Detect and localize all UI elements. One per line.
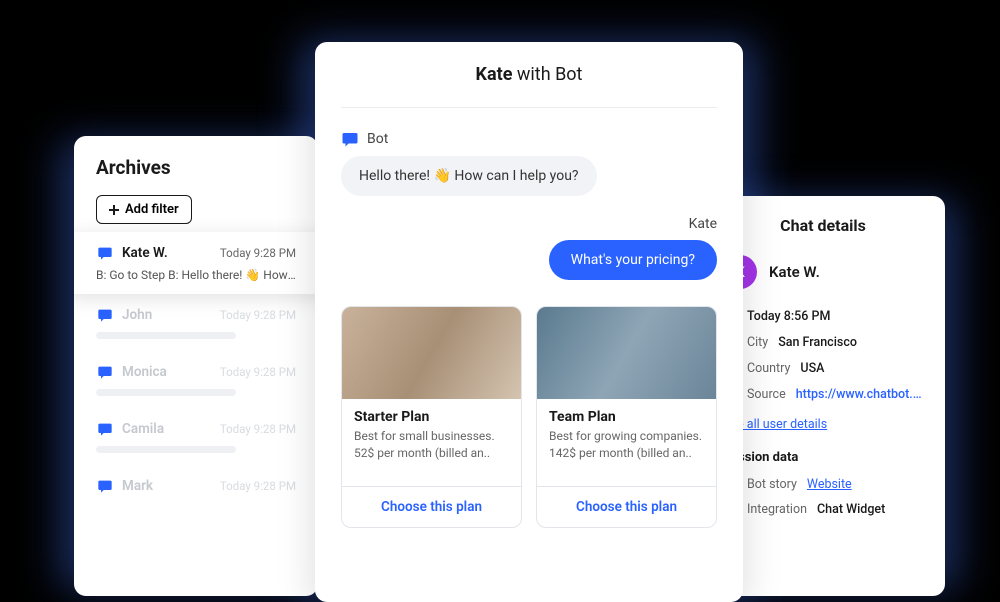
plan-image xyxy=(537,307,716,399)
plan-image xyxy=(342,307,521,399)
chat-icon xyxy=(96,363,114,381)
archives-title: Archives xyxy=(74,156,318,195)
conversation-item[interactable]: Mark Today 9:28 PM xyxy=(74,465,318,507)
conversation-name: Mark xyxy=(122,478,153,494)
plan-description: Best for small businesses. 52$ per month… xyxy=(354,428,509,462)
session-bot-story: Bot story Website xyxy=(723,477,923,492)
plan-title: Team Plan xyxy=(549,409,704,425)
session-integration: Integration Chat Widget xyxy=(723,502,923,517)
conversation-time: Today 9:28 PM xyxy=(220,308,296,322)
session-title: Session data xyxy=(723,450,923,465)
bot-icon xyxy=(341,130,359,148)
bot-story-link[interactable]: Website xyxy=(807,477,852,492)
plan-title: Starter Plan xyxy=(354,409,509,425)
conversation-item[interactable]: Monica Today 9:28 PM xyxy=(74,351,318,408)
user-message-bubble: What's your pricing? xyxy=(549,240,717,280)
bot-message-bubble: Hello there! 👋 How can I help you? xyxy=(341,156,597,196)
bot-header: Bot xyxy=(341,130,717,148)
conversation-time: Today 9:28 PM xyxy=(220,422,296,436)
conversation-time: Today 9:28 PM xyxy=(220,479,296,493)
conversation-preview: B: Go to Step B: Hello there! 👋 How can … xyxy=(96,268,296,282)
user-header: K Kate W. xyxy=(723,255,923,289)
skeleton-line xyxy=(96,446,236,453)
meta-source: Source https://www.chatbot.com/... xyxy=(723,387,923,402)
conversation-item[interactable]: Camila Today 9:28 PM xyxy=(74,408,318,465)
choose-plan-button[interactable]: Choose this plan xyxy=(342,486,521,527)
source-link[interactable]: https://www.chatbot.com/... xyxy=(796,387,923,402)
chat-panel: Kate with Bot Bot Hello there! 👋 How can… xyxy=(315,42,743,602)
archives-panel: Archives Add filter Kate W. Today 9:28 P… xyxy=(74,136,318,596)
chat-title: Kate with Bot xyxy=(341,64,717,108)
conversation-name: John xyxy=(122,307,152,323)
skeleton-line xyxy=(96,332,236,339)
plan-card-team: Team Plan Best for growing companies. 14… xyxy=(536,306,717,528)
choose-plan-button[interactable]: Choose this plan xyxy=(537,486,716,527)
chat-icon xyxy=(96,477,114,495)
skeleton-line xyxy=(96,389,236,396)
meta-time: Today 8:56 PM xyxy=(723,309,923,324)
plus-icon xyxy=(109,205,119,215)
plan-card-starter: Starter Plan Best for small businesses. … xyxy=(341,306,522,528)
meta-city: City San Francisco xyxy=(723,335,923,350)
conversation-time: Today 9:28 PM xyxy=(220,246,296,260)
chat-icon xyxy=(96,306,114,324)
conversation-name: Camila xyxy=(122,421,164,437)
user-label: Kate xyxy=(341,216,717,232)
meta-country: Country USA xyxy=(723,361,923,376)
details-title: Chat details xyxy=(723,216,923,235)
chat-icon xyxy=(96,244,114,262)
conversation-item-active[interactable]: Kate W. Today 9:28 PM B: Go to Step B: H… xyxy=(74,232,318,294)
add-filter-button[interactable]: Add filter xyxy=(96,195,192,224)
plan-description: Best for growing companies. 142$ per mon… xyxy=(549,428,704,462)
conversation-name: Kate W. xyxy=(122,245,168,261)
user-name: Kate W. xyxy=(769,263,820,281)
conversation-time: Today 9:28 PM xyxy=(220,365,296,379)
conversation-item[interactable]: John Today 9:28 PM xyxy=(74,294,318,351)
conversation-name: Monica xyxy=(122,364,167,380)
bot-label: Bot xyxy=(367,131,388,147)
chat-icon xyxy=(96,420,114,438)
